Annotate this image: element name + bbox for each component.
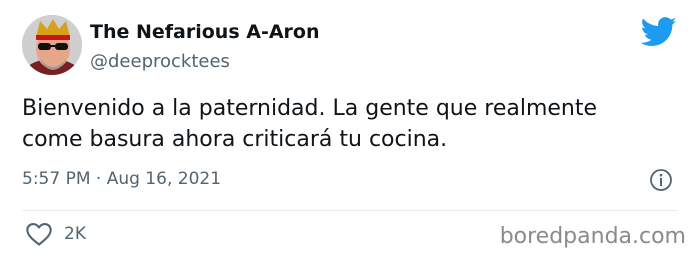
twitter-bird-icon[interactable] bbox=[640, 17, 677, 47]
display-name[interactable]: The Nefarious A-Aron bbox=[90, 21, 320, 43]
user-handle[interactable]: @deeprocktees bbox=[90, 51, 230, 72]
tweet-text: Bienvenido a la paternidad. La gente que… bbox=[22, 96, 598, 152]
heart-icon[interactable] bbox=[25, 221, 53, 247]
watermark: boredpanda.com bbox=[499, 224, 686, 249]
info-icon[interactable] bbox=[649, 168, 673, 192]
divider bbox=[22, 210, 678, 211]
tweet-timestamp[interactable]: 5:57 PM · Aug 16, 2021 bbox=[22, 169, 221, 189]
like-count: 2K bbox=[64, 224, 86, 244]
avatar[interactable] bbox=[22, 15, 82, 75]
